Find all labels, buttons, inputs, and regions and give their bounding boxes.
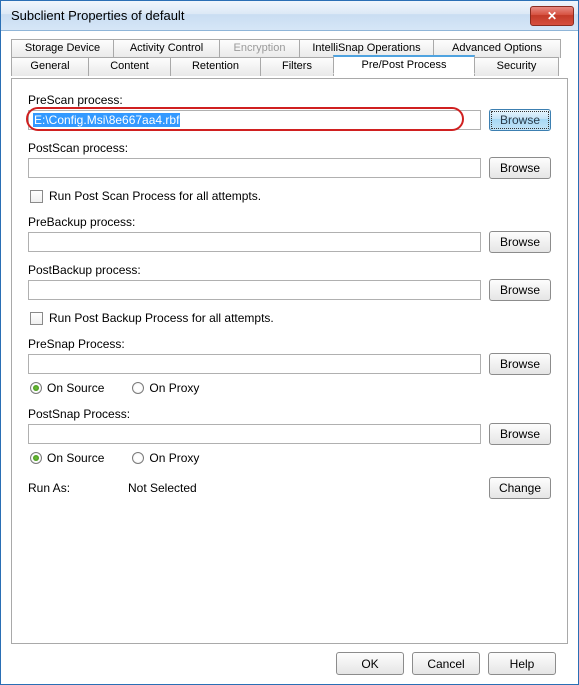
client-area: Storage Device Activity Control Encrypti… [1,31,578,685]
presnap-input[interactable] [28,354,481,374]
postsnap-on-source-radio[interactable]: On Source [30,451,104,465]
prescan-label: PreScan process: [28,93,551,107]
tab-activity-control[interactable]: Activity Control [113,39,220,58]
presnap-label: PreSnap Process: [28,337,551,351]
postsnap-browse-button[interactable]: Browse [489,423,551,445]
prescan-browse-button[interactable]: Browse [489,109,551,131]
run-as-value: Not Selected [128,481,489,495]
prebackup-browse-button[interactable]: Browse [489,231,551,253]
presnap-on-source-radio[interactable]: On Source [30,381,104,395]
tab-security[interactable]: Security [474,57,559,76]
postsnap-on-source-label: On Source [47,451,104,465]
prescan-value: E:\Config.Msi\8e667aa4.rbf [33,113,180,127]
window-title: Subclient Properties of default [11,8,530,23]
postscan-label: PostScan process: [28,141,551,155]
postbackup-browse-button[interactable]: Browse [489,279,551,301]
postsnap-radio-group: On Source On Proxy [30,451,551,465]
run-as-label: Run As: [28,481,128,495]
radio-icon [30,452,42,464]
tab-retention[interactable]: Retention [170,57,261,76]
run-post-backup-all-checkbox-row[interactable]: Run Post Backup Process for all attempts… [30,311,551,325]
checkbox-icon [30,312,43,325]
presnap-on-proxy-radio[interactable]: On Proxy [132,381,199,395]
checkbox-icon [30,190,43,203]
run-as-row: Run As: Not Selected Change [28,477,551,499]
tab-row-lower: General Content Retention Filters Pre/Po… [11,57,568,76]
ok-button[interactable]: OK [336,652,404,675]
run-post-backup-all-label: Run Post Backup Process for all attempts… [49,311,274,325]
presnap-section: PreSnap Process: Browse On Source On Pro… [28,337,551,395]
tab-pre-post-process[interactable]: Pre/Post Process [333,55,475,74]
prebackup-input[interactable] [28,232,481,252]
prebackup-label: PreBackup process: [28,215,551,229]
postbackup-label: PostBackup process: [28,263,551,277]
cancel-button[interactable]: Cancel [412,652,480,675]
tab-storage-device[interactable]: Storage Device [11,39,114,58]
tab-row-upper: Storage Device Activity Control Encrypti… [11,39,568,58]
run-as-change-button[interactable]: Change [489,477,551,499]
tab-strip: Storage Device Activity Control Encrypti… [11,39,568,79]
postsnap-on-proxy-radio[interactable]: On Proxy [132,451,199,465]
tab-panel-pre-post: PreScan process: E:\Config.Msi\8e667aa4.… [11,78,568,644]
run-post-scan-all-checkbox-row[interactable]: Run Post Scan Process for all attempts. [30,189,551,203]
prescan-section: PreScan process: E:\Config.Msi\8e667aa4.… [28,93,551,131]
presnap-on-source-label: On Source [47,381,104,395]
presnap-on-proxy-label: On Proxy [149,381,199,395]
postscan-section: PostScan process: Browse [28,141,551,179]
tab-filters[interactable]: Filters [260,57,334,76]
radio-icon [30,382,42,394]
run-post-scan-all-label: Run Post Scan Process for all attempts. [49,189,261,203]
dialog-footer: OK Cancel Help [11,644,568,675]
postsnap-input[interactable] [28,424,481,444]
close-icon: ✕ [547,9,557,23]
title-bar: Subclient Properties of default ✕ [1,1,578,31]
presnap-browse-button[interactable]: Browse [489,353,551,375]
postsnap-on-proxy-label: On Proxy [149,451,199,465]
help-button[interactable]: Help [488,652,556,675]
close-button[interactable]: ✕ [530,6,574,26]
radio-icon [132,452,144,464]
postsnap-section: PostSnap Process: Browse On Source On Pr… [28,407,551,465]
tab-content[interactable]: Content [88,57,171,76]
prescan-input[interactable]: E:\Config.Msi\8e667aa4.rbf [28,110,481,130]
tab-encryption[interactable]: Encryption [219,39,300,58]
prebackup-section: PreBackup process: Browse [28,215,551,253]
postsnap-label: PostSnap Process: [28,407,551,421]
radio-icon [132,382,144,394]
postscan-input[interactable] [28,158,481,178]
postscan-browse-button[interactable]: Browse [489,157,551,179]
presnap-radio-group: On Source On Proxy [30,381,551,395]
postbackup-section: PostBackup process: Browse [28,263,551,301]
postbackup-input[interactable] [28,280,481,300]
tab-general[interactable]: General [11,57,89,76]
